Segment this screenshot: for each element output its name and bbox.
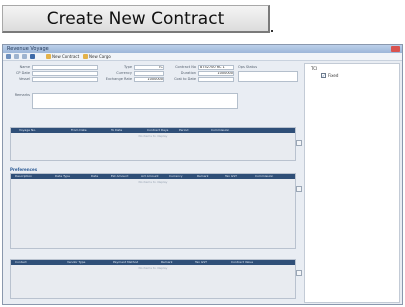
ops-status-label: Ops Status	[238, 65, 258, 69]
remarks-label: Remarks	[14, 93, 30, 97]
currency-label: Currency	[116, 71, 132, 75]
voyage-grid: Voyage No. From Date To Date Contract Da…	[10, 127, 302, 161]
create-new-contract-label: Create New Contract	[46, 8, 225, 29]
remarks-textarea[interactable]	[32, 93, 238, 109]
create-new-contract-button[interactable]: Create New Contract	[2, 5, 270, 33]
refresh-icon[interactable]	[30, 54, 35, 59]
preferences-grid-empty-text: No items to display	[138, 180, 168, 184]
preferences-grid-scroll-icon[interactable]	[296, 186, 302, 192]
new-contract-link[interactable]: New Contract	[52, 54, 79, 60]
new-cargo-icon[interactable]	[83, 54, 88, 59]
new-contract-icon[interactable]	[46, 54, 51, 59]
voyage-grid-empty-text: No items to display	[138, 134, 168, 138]
vessel-field[interactable]	[32, 77, 98, 82]
save-icon[interactable]	[6, 54, 11, 59]
exchange-rate-field[interactable]: 1000000	[134, 77, 164, 82]
fixed-checkbox-label: Fixed	[328, 73, 339, 78]
cp-date-field[interactable]	[32, 71, 98, 76]
preferences-title: Preferences	[10, 167, 38, 172]
exchange-rate-label: Exchange Rate	[105, 77, 132, 81]
window-titlebar: Revenue Voyage	[3, 45, 402, 53]
duration-field[interactable]: 1000000	[198, 71, 234, 76]
side-panel-header: TCI	[311, 66, 318, 71]
preferences-grid-body	[11, 179, 295, 248]
vendor-grid-scroll-icon[interactable]	[296, 270, 302, 276]
preferences-grid: Description Date Type Date Est Amount Ac…	[10, 173, 302, 249]
vendor-grid: Contact Vendor Type Payment Method Remar…	[10, 259, 302, 299]
ops-status-field[interactable]	[238, 71, 298, 82]
cp-date-label: CP Date	[15, 71, 30, 75]
name-field[interactable]	[32, 65, 98, 70]
delete-icon[interactable]	[22, 54, 27, 59]
duration-label: Duration	[180, 71, 196, 75]
cursor-dot	[271, 30, 273, 32]
copy-icon[interactable]	[14, 54, 19, 59]
main-form-area: Name CP Date Vessel Type TC Currency Exc…	[6, 63, 302, 303]
name-label: Name	[19, 65, 30, 69]
type-label: Type	[123, 65, 132, 69]
contract-no-label: Contract No	[175, 65, 196, 69]
currency-field[interactable]	[134, 71, 164, 76]
window-toolbar: New Contract New Cargo	[3, 53, 402, 61]
vessel-label: Vessel	[18, 77, 30, 81]
cost-to-date-label: Cost to Date	[174, 77, 196, 81]
cost-to-date-field[interactable]	[198, 77, 234, 82]
new-cargo-link[interactable]: New Cargo	[89, 54, 111, 60]
close-icon[interactable]	[391, 46, 400, 52]
vendor-grid-empty-text: No items to display	[138, 266, 168, 270]
window-title: Revenue Voyage	[7, 46, 49, 52]
side-panel: TCI ✓ Fixed	[304, 63, 400, 303]
type-field[interactable]: TC	[134, 65, 164, 70]
revenue-voyage-window: Revenue Voyage New Contract New Cargo Na…	[2, 44, 403, 305]
fixed-checkbox[interactable]: ✓	[321, 73, 326, 78]
contract-no-field[interactable]: 8752700 RC 1	[198, 65, 234, 70]
voyage-grid-scroll-icon[interactable]	[296, 140, 302, 146]
